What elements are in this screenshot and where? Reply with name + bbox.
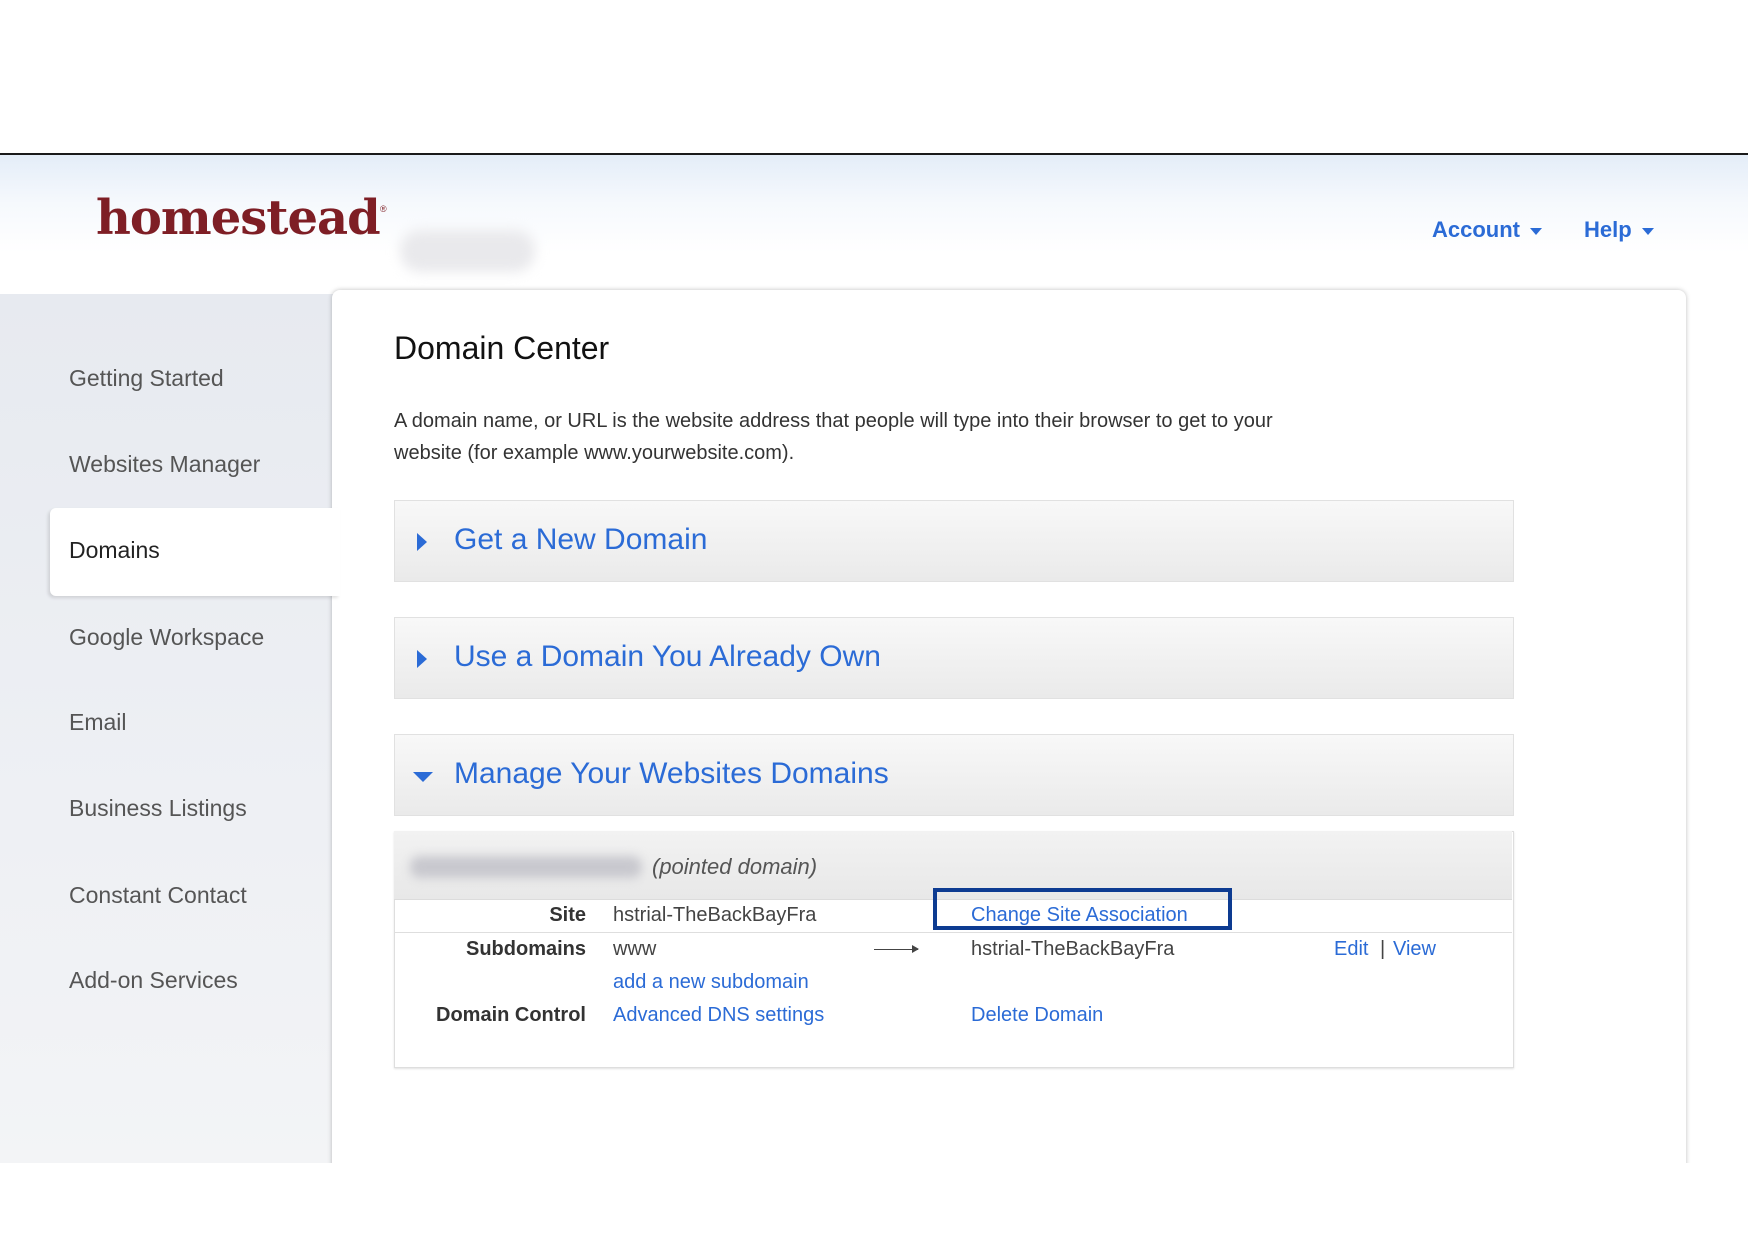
blurred-username [400,230,535,272]
homestead-logo[interactable]: homestead [96,190,381,246]
caret-down-icon [1530,227,1542,235]
advanced-dns-link[interactable]: Advanced DNS settings [613,1004,824,1027]
section-label: Use a Domain You Already Own [454,640,881,673]
delete-domain-link[interactable]: Delete Domain [971,1004,1103,1027]
account-menu-label: Account [1432,217,1520,242]
link-separator: | [1380,938,1386,960]
subdomain-value: www [613,938,657,960]
sidebar-item-add-on-services[interactable]: Add-on Services [69,967,238,994]
sidebar-item-email[interactable]: Email [69,709,127,736]
highlight-box [933,888,1232,930]
sidebar-item-constant-contact[interactable]: Constant Contact [69,882,247,909]
edit-link[interactable]: Edit [1334,938,1368,961]
arrow-right-icon [874,945,919,953]
sidebar-item-domains[interactable]: Domains [69,537,160,564]
triangle-down-icon [413,772,433,782]
section-get-new-domain[interactable]: Get a New Domain [394,500,1514,582]
sidebar-item-google-workspace[interactable]: Google Workspace [69,624,264,651]
sidebar-item-business-listings[interactable]: Business Listings [69,795,247,822]
sidebar [0,294,335,1164]
caret-down-icon [1641,227,1654,235]
domain-type-label: (pointed domain) [652,854,818,879]
sidebar-item-websites-manager[interactable]: Websites Manager [69,451,260,478]
bottom-whitespace [0,1163,1748,1240]
section-label: Manage Your Websites Domains [454,757,889,790]
section-use-own-domain[interactable]: Use a Domain You Already Own [394,617,1514,699]
domain-control-label: Domain Control [436,1004,586,1026]
view-link[interactable]: View [1393,938,1436,961]
page-title: Domain Center [394,330,610,366]
registered-mark: ® [380,204,387,214]
triangle-right-icon [417,533,427,551]
add-subdomain-link[interactable]: add a new subdomain [613,971,809,994]
page-description: A domain name, or URL is the website add… [394,410,1273,464]
help-menu-label: Help [1584,217,1632,242]
help-menu[interactable]: Help [1584,217,1654,243]
blurred-domain-name [410,856,642,878]
site-label: Site [549,904,586,926]
section-label: Get a New Domain [454,523,708,556]
sidebar-item-getting-started[interactable]: Getting Started [69,365,224,392]
site-value: hstrial-TheBackBayFra [613,904,817,926]
row-divider [394,932,1512,933]
subdomain-target: hstrial-TheBackBayFra [971,938,1175,960]
account-menu[interactable]: Account [1432,217,1542,243]
subdomains-label: Subdomains [465,938,586,960]
section-manage-domains[interactable]: Manage Your Websites Domains [394,734,1514,816]
triangle-right-icon [417,650,427,668]
